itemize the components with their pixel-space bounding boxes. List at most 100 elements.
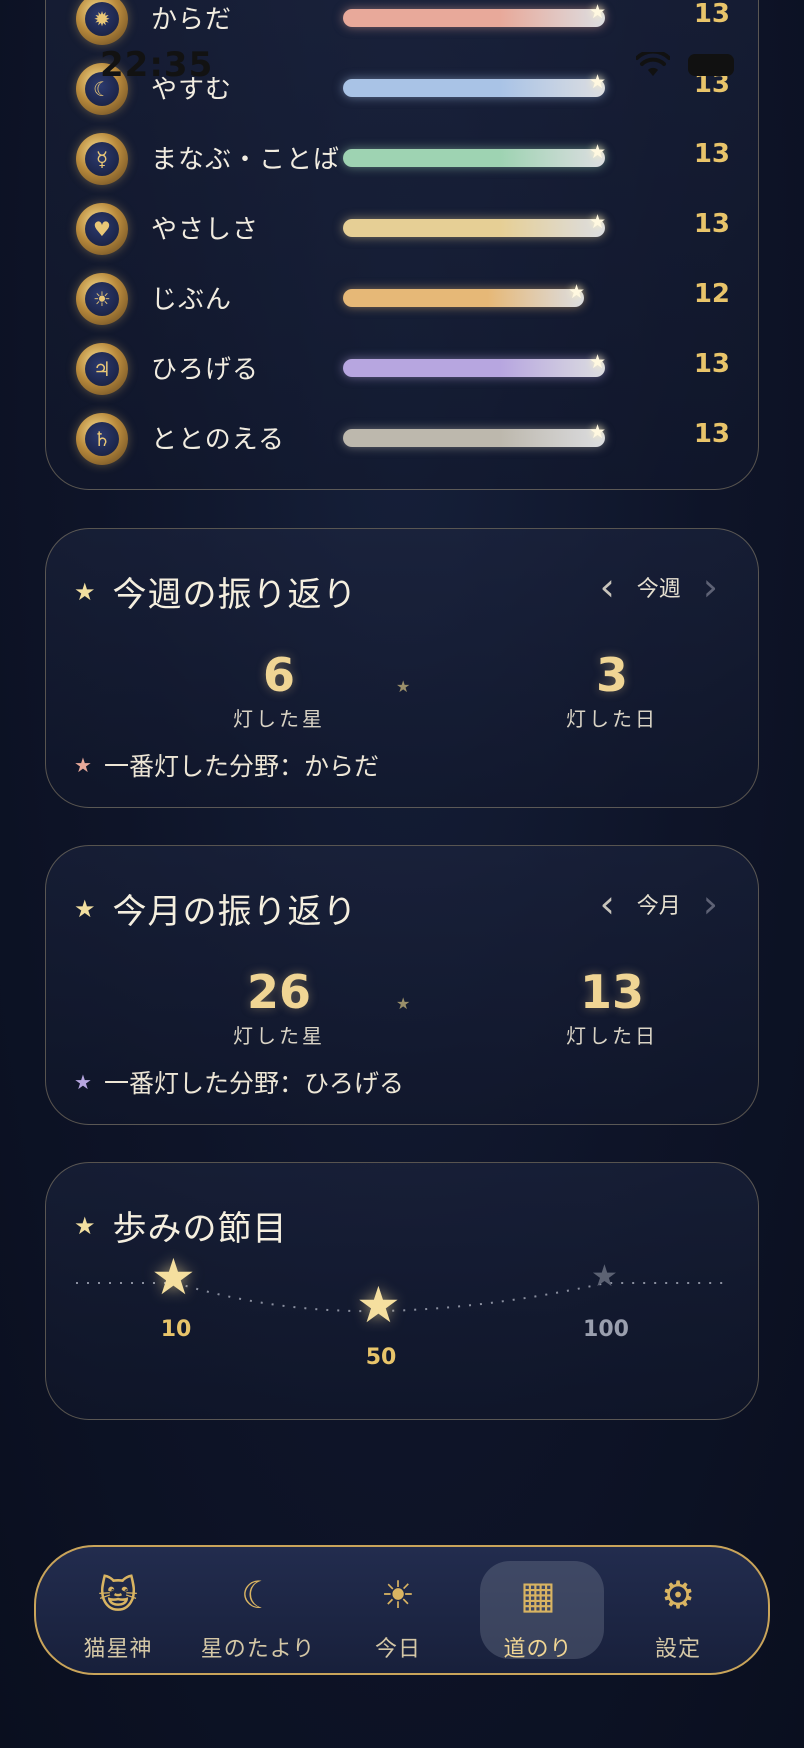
category-progress-bar: [343, 9, 605, 27]
category-count: 13: [693, 139, 730, 169]
weekly-title-text: 今週の振り返り: [112, 575, 358, 615]
category-count: 13: [693, 209, 730, 239]
progress-star-icon: ★: [589, 211, 607, 233]
crescent-moon-icon: ☾: [240, 1573, 276, 1617]
category-progress-bar: [343, 219, 605, 237]
weekly-days-stat: 3 灯した日: [512, 649, 712, 732]
category-count: 13: [693, 349, 730, 379]
previous-week-chevron-icon[interactable]: ‹: [600, 568, 615, 606]
weekly-period-label: 今週: [636, 577, 681, 602]
weekly-days-count: 3: [595, 648, 628, 702]
battery-icon: [688, 54, 734, 76]
monthly-days-stat: 13 灯した日: [512, 966, 712, 1049]
sun-medal-icon: ☀: [76, 273, 128, 325]
progress-star-icon: ★: [589, 1, 607, 23]
weekly-title: ★ 今週の振り返り: [74, 567, 358, 616]
heart-medal-icon: ♥: [76, 203, 128, 255]
monthly-title-text: 今月の振り返り: [112, 892, 358, 932]
progress-star-icon: ★: [589, 141, 607, 163]
weekly-best-field: ★ 一番灯した分野：からだ: [74, 747, 379, 783]
weekly-reflection-card: ★ 今週の振り返り ‹ 今週 › 6 灯した星 ★ 3 灯した日 ★ 一番灯した…: [45, 528, 759, 808]
tab-label: 道のり: [503, 1637, 573, 1662]
monthly-stars-stat: 26 灯した星: [179, 966, 379, 1049]
category-progress-bar: [343, 359, 605, 377]
bottom-tab-bar: 😺 猫星神 ☾ 星のたより ☀ 今日 ▦ 道のり ⚙ 設定: [34, 1545, 770, 1675]
monthly-days-caption: 灯した日: [566, 1024, 658, 1048]
sun-icon: ☀: [380, 1573, 416, 1617]
category-row: ☿ まなぶ・ことば ★ 13: [46, 125, 760, 195]
next-week-chevron-icon: ›: [702, 565, 718, 609]
category-row: ♃ ひろげる ★ 13: [46, 335, 760, 405]
saturn-medal-icon: ♄: [76, 413, 128, 465]
tab-2[interactable]: ☾ 星のたより: [188, 1547, 328, 1673]
medal-glyph: ☀: [85, 282, 119, 316]
tab-1[interactable]: 😺 猫星神: [48, 1547, 188, 1673]
weekly-period-nav: ‹ 今週 ›: [600, 565, 718, 609]
separator-star-icon: ★: [396, 994, 411, 1013]
monthly-best-field-text: 一番灯した分野：ひろげる: [103, 1069, 404, 1098]
tab-3[interactable]: ☀ 今日: [328, 1547, 468, 1673]
category-progress-bar: [343, 429, 605, 447]
status-icons: [636, 52, 734, 78]
category-count: 12: [693, 279, 730, 309]
category-label: ととのえる: [151, 425, 285, 455]
milestone-label: 50: [365, 1345, 397, 1370]
progress-star-icon: ★: [568, 281, 586, 303]
progress-star-icon: ★: [589, 421, 607, 443]
category-progress-bar: [343, 289, 584, 307]
monthly-title: ★ 今月の振り返り: [74, 884, 358, 933]
weekly-best-field-text: 一番灯した分野：からだ: [103, 752, 379, 781]
weekly-days-caption: 灯した日: [566, 707, 658, 731]
category-label: じぶん: [151, 285, 233, 315]
jupiter-medal-icon: ♃: [76, 343, 128, 395]
monthly-days-count: 13: [579, 965, 644, 1019]
category-row: ☀ じぶん ★ 12: [46, 265, 760, 335]
tab-label: 猫星神: [83, 1637, 153, 1662]
category-count: 13: [693, 419, 730, 449]
category-label: やさしさ: [151, 215, 260, 245]
wifi-icon: [636, 52, 670, 76]
best-field-star-icon: ★: [74, 753, 92, 777]
title-star-icon: ★: [74, 894, 97, 923]
medal-glyph: ✹: [85, 2, 119, 36]
gear-icon: ⚙: [660, 1573, 696, 1617]
weekly-stars-count: 6: [262, 648, 295, 702]
previous-month-chevron-icon[interactable]: ‹: [600, 885, 615, 923]
category-label: まなぶ・ことば: [151, 145, 341, 175]
tab-4[interactable]: ▦ 道のり: [468, 1547, 608, 1673]
mercury-medal-icon: ☿: [76, 133, 128, 185]
cat-medal-icon: 😺: [98, 1573, 138, 1617]
milestone-star-icon: ★: [356, 1276, 401, 1334]
monthly-best-field: ★ 一番灯した分野：ひろげる: [74, 1064, 404, 1100]
progress-star-icon: ★: [589, 351, 607, 373]
category-progress-bar: [343, 149, 605, 167]
weekly-stars-stat: 6 灯した星: [179, 649, 379, 732]
medal-glyph: ☿: [85, 142, 119, 176]
milestone-label: 10: [160, 1317, 192, 1342]
monthly-stars-count: 26: [246, 965, 311, 1019]
separator-star-icon: ★: [396, 677, 411, 696]
status-bar: 22:35: [0, 40, 804, 90]
milestones-card: ★ 歩みの節目 ★ 10 ★ 50 ★ 100: [45, 1162, 759, 1420]
weekly-stars-caption: 灯した星: [233, 707, 325, 731]
category-row: ♥ やさしさ ★ 13: [46, 195, 760, 265]
tab-label: 設定: [654, 1637, 701, 1662]
monthly-stars-caption: 灯した星: [233, 1024, 325, 1048]
milestone-star-icon: ★: [151, 1248, 196, 1306]
medal-glyph: ♄: [85, 422, 119, 456]
tab-label: 今日: [374, 1637, 421, 1662]
medal-glyph: ♥: [85, 212, 119, 246]
calendar-icon: ▦: [520, 1573, 556, 1617]
status-time: 22:35: [100, 45, 214, 85]
category-count: 13: [693, 0, 730, 29]
flame-medal-icon: ✹: [76, 0, 128, 45]
tab-5[interactable]: ⚙ 設定: [608, 1547, 748, 1673]
category-label: ひろげる: [151, 355, 260, 385]
title-star-icon: ★: [74, 577, 97, 606]
best-field-star-icon: ★: [74, 1070, 92, 1094]
monthly-period-label: 今月: [636, 894, 681, 919]
tab-label: 星のたより: [200, 1637, 316, 1662]
milestone-label: 100: [583, 1317, 629, 1342]
medal-glyph: ♃: [85, 352, 119, 386]
category-row: ♄ ととのえる ★ 13: [46, 405, 760, 475]
